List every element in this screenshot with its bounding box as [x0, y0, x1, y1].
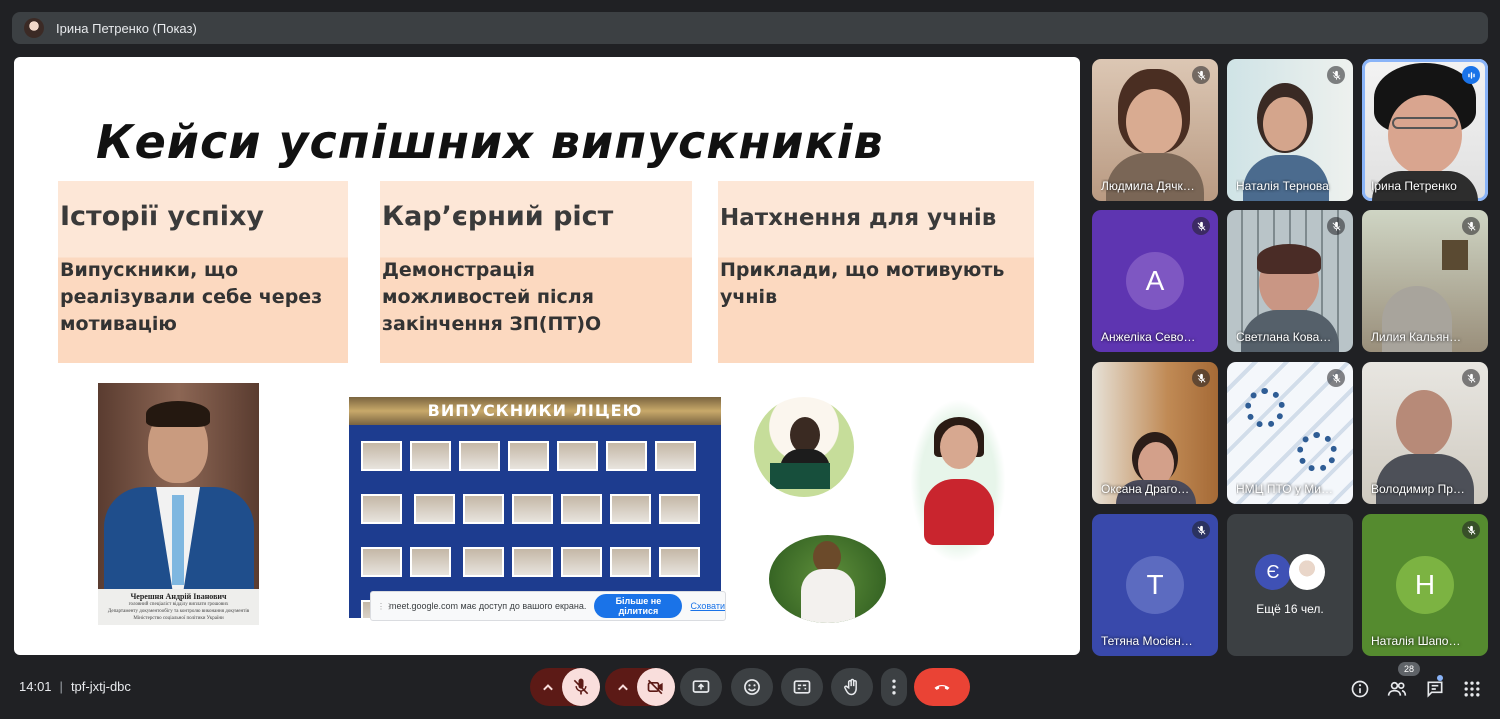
card-heading: Історії успіху — [60, 201, 265, 232]
meeting-controls-bar: 14:01 | tpf-jxtj-dbc — [0, 655, 1500, 719]
participant-tile[interactable]: Лилия Кальян… — [1362, 210, 1488, 352]
chat-notification-dot — [1437, 675, 1443, 681]
participant-avatar-photo — [1289, 554, 1325, 590]
card-heading: Кар’єрний ріст — [382, 201, 614, 232]
emoji-icon — [744, 679, 760, 695]
participant-avatar: Т — [1126, 556, 1184, 614]
slide-card-success: Історії успіху Випускники, що реалізувал… — [58, 181, 348, 363]
slide-card-career: Кар’єрний ріст Демонстрація можливостей … — [380, 181, 692, 363]
hand-icon — [844, 678, 857, 696]
participant-avatar: А — [1126, 252, 1184, 310]
stop-sharing-button[interactable]: Більше не ділитися — [594, 594, 683, 618]
muted-mic-icon — [1192, 217, 1210, 235]
participant-name: Оксана Драго… — [1101, 482, 1190, 496]
unmute-button[interactable] — [562, 668, 600, 706]
card-body: Приклади, що мотивують учнів — [720, 259, 1005, 308]
meeting-code: tpf-jxtj-dbc — [70, 679, 131, 694]
muted-mic-icon — [1462, 521, 1480, 539]
raise-hand-button[interactable] — [831, 668, 873, 706]
meeting-info: 14:01 | tpf-jxtj-dbc — [19, 679, 131, 694]
participant-tile[interactable]: А Анжеліка Сево… — [1092, 210, 1218, 352]
hang-up-icon — [934, 685, 950, 690]
presenter-label: Ірина Петренко (Показ) — [56, 20, 197, 36]
participant-name: Наталія Тернова — [1236, 179, 1329, 193]
muted-mic-icon — [1462, 217, 1480, 235]
hide-notification-link[interactable]: Сховати — [690, 601, 725, 611]
present-screen-icon — [692, 680, 710, 693]
share-message: meet.google.com має доступ до вашого екр… — [389, 601, 587, 611]
participant-tile[interactable]: Людмила Дячк… — [1092, 59, 1218, 201]
participant-tile[interactable]: Т Тетяна Мосієн… — [1092, 514, 1218, 656]
present-screen-button[interactable] — [680, 668, 722, 706]
graduate-photo-laptop — [754, 397, 854, 497]
muted-mic-icon — [1462, 369, 1480, 387]
presenter-bar[interactable]: Ірина Петренко (Показ) — [12, 12, 1488, 44]
screen-share-notification: ⋮⋮ meet.google.com має доступ до вашого … — [370, 591, 726, 621]
participant-name: НМЦ ПТО у Ми… — [1236, 482, 1333, 496]
captions-icon — [793, 680, 811, 694]
participant-tile[interactable]: Светлана Кова… — [1227, 210, 1353, 352]
leave-call-button[interactable] — [914, 668, 970, 706]
camera-control-group — [605, 668, 675, 706]
meeting-details-info-icon[interactable] — [1350, 679, 1370, 699]
board-title: ВИПУСКНИКИ ЛІЦЕЮ — [349, 397, 721, 425]
slide-title: Кейси успішних випускників — [96, 115, 884, 169]
muted-mic-icon — [1327, 217, 1345, 235]
participant-avatar: Є — [1255, 554, 1291, 590]
muted-mic-icon — [1192, 369, 1210, 387]
graduate-photo-garden — [769, 535, 886, 623]
turn-on-camera-button[interactable] — [637, 668, 675, 706]
mic-options-chevron-icon[interactable] — [538, 678, 556, 696]
muted-mic-icon — [1327, 369, 1345, 387]
people-icon[interactable] — [1387, 679, 1407, 699]
participant-tile[interactable]: Володимир Пр… — [1362, 362, 1488, 504]
mic-control-group — [530, 668, 600, 706]
graduate-photo-red — [910, 399, 1006, 563]
camera-options-chevron-icon[interactable] — [613, 678, 631, 696]
participant-name: Лилия Кальян… — [1371, 330, 1462, 344]
participant-tile[interactable]: Наталія Тернова — [1227, 59, 1353, 201]
participant-name: Наталія Шапо… — [1371, 634, 1461, 648]
participant-avatar: Н — [1396, 556, 1454, 614]
chat-icon[interactable] — [1425, 679, 1445, 699]
people-count-badge: 28 — [1398, 662, 1420, 676]
reactions-button[interactable] — [731, 668, 773, 706]
participant-name: Тетяна Мосієн… — [1101, 634, 1193, 648]
more-vert-icon — [892, 679, 896, 695]
speaking-indicator-icon — [1462, 66, 1480, 84]
participant-tile[interactable]: Оксана Драго… — [1092, 362, 1218, 504]
more-participants-label: Ещё 16 чел. — [1256, 602, 1324, 616]
participant-name: Людмила Дячк… — [1101, 179, 1195, 193]
activities-grid-icon[interactable] — [1462, 679, 1482, 699]
muted-mic-icon — [1327, 66, 1345, 84]
muted-mic-icon — [1192, 521, 1210, 539]
muted-mic-icon — [1192, 66, 1210, 84]
card-heading: Натхнення для учнів — [720, 205, 997, 231]
shared-screen: Кейси успішних випускників ⬉ Історії усп… — [14, 57, 1080, 655]
presenter-avatar — [24, 18, 44, 38]
card-body: Демонстрація можливостей після закінченн… — [382, 259, 602, 335]
clock-time: 14:01 — [19, 679, 52, 694]
more-options-button[interactable] — [881, 668, 907, 706]
participant-name: Анжеліка Сево… — [1101, 330, 1196, 344]
slide-card-inspiration: Натхнення для учнів Приклади, що мотивую… — [718, 181, 1034, 363]
participant-tile[interactable]: НМЦ ПТО у Ми… — [1227, 362, 1353, 504]
graduates-board-photo: ВИПУСКНИКИ ЛІЦЕЮ — [349, 397, 721, 618]
drag-handle-icon[interactable]: ⋮⋮ — [377, 602, 393, 611]
card-body: Випускники, що реалізували себе через мо… — [60, 259, 323, 335]
participant-name: Светлана Кова… — [1236, 330, 1332, 344]
captions-button[interactable] — [781, 668, 823, 706]
participant-name: Ірина Петренко — [1371, 179, 1457, 193]
portrait-caption: Черешня Андрій Іванович головний спеціал… — [98, 589, 259, 625]
participant-tile-active-speaker[interactable]: Ірина Петренко — [1362, 59, 1488, 201]
more-participants-tile[interactable]: Є Ещё 16 чел. — [1227, 514, 1353, 656]
participant-tile[interactable]: Н Наталія Шапо… — [1362, 514, 1488, 656]
participant-name: Володимир Пр… — [1371, 482, 1465, 496]
graduate-portrait: Черешня Андрій Іванович головний спеціал… — [98, 383, 259, 625]
